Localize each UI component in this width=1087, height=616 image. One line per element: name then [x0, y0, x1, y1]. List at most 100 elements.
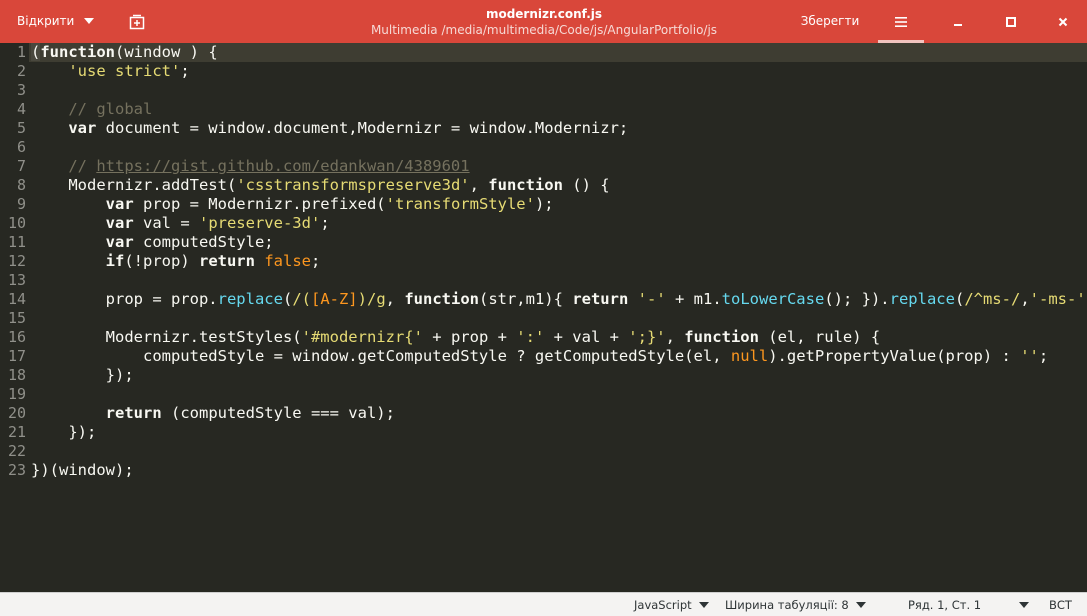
chevron-down-icon — [855, 601, 866, 608]
chevron-down-icon — [1019, 601, 1030, 608]
code-token: prop = Modernizr.prefixed( — [133, 195, 386, 213]
code-token: ';}' — [628, 328, 666, 346]
tab-width-label: Ширина табуляції: 8 — [725, 597, 849, 612]
code-line[interactable]: }); — [31, 366, 134, 385]
tab-width-selector[interactable]: Ширина табуляції: 8 — [725, 593, 866, 616]
document-path: Multimedia /media/multimedia/Code/js/Ang… — [370, 23, 718, 37]
menu-button[interactable] — [878, 0, 924, 43]
line-number: 11 — [7, 233, 26, 251]
code-line[interactable]: return (computedStyle === val); — [31, 404, 395, 423]
code-line[interactable]: Modernizr.addTest('csstransformspreserve… — [31, 176, 609, 195]
maximize-button[interactable] — [997, 8, 1025, 36]
line-number: 4 — [16, 100, 26, 118]
line-number: 20 — [7, 404, 26, 422]
code-token: return — [105, 404, 162, 422]
line-number: 7 — [16, 157, 26, 175]
code-token: computedStyle; — [133, 233, 274, 251]
code-token: ( — [282, 290, 293, 308]
code-editor[interactable]: 1 2 3 4 5 6 7 8 9 10 11 12 13 14 15 16 17 18 19 20 21 22 23 (f… — [0, 43, 1087, 592]
code-line[interactable]: var document = window.document,Modernizr… — [31, 119, 628, 138]
code-line[interactable]: // global — [31, 100, 152, 119]
chevron-down-icon — [84, 18, 95, 24]
code-token: ; — [1038, 347, 1049, 365]
code-line[interactable]: 'use strict'; — [31, 62, 190, 81]
line-number: 17 — [7, 347, 26, 365]
code-token: toLowerCase — [721, 290, 825, 308]
code-line[interactable]: computedStyle = window.getComputedStyle … — [31, 347, 1048, 366]
code-token: 'transformStyle' — [385, 195, 535, 213]
code-line[interactable]: Modernizr.testStyles('#modernizr{' + pro… — [31, 328, 881, 347]
code-token: (computedStyle === val); — [161, 404, 395, 422]
open-button[interactable]: Відкрити — [9, 8, 102, 34]
code-token: })(window); — [31, 461, 134, 479]
code-line[interactable]: (function(window ) { — [31, 43, 218, 62]
code-token: function — [40, 43, 115, 61]
code-line[interactable]: })(window); — [31, 461, 134, 480]
code-token: // — [68, 157, 97, 175]
code-token: replace — [217, 290, 283, 308]
code-token: ).getPropertyValue(prop) : — [768, 347, 1021, 365]
code-token: (el, rule) { — [758, 328, 881, 346]
save-button[interactable]: Зберегти — [790, 8, 870, 34]
code-token: + prop + — [422, 328, 517, 346]
line-number: 3 — [16, 81, 26, 99]
line-number: 6 — [16, 138, 26, 156]
code-token: false — [264, 252, 311, 270]
code-line[interactable]: var computedStyle; — [31, 233, 274, 252]
code-token: 'use strict' — [68, 62, 181, 80]
code-token: , — [469, 176, 489, 194]
minimize-button[interactable] — [944, 8, 972, 36]
close-button[interactable] — [1049, 8, 1077, 36]
code-token: /( — [292, 290, 311, 308]
code-token: var — [105, 195, 134, 213]
title-area: modernizr.conf.js Multimedia /media/mult… — [330, 6, 758, 38]
cursor-position-selector[interactable]: Ряд. 1, Ст. 1 — [908, 593, 1030, 616]
code-line[interactable]: }); — [31, 423, 96, 442]
code-token: 'preserve-3d' — [198, 214, 321, 232]
code-token: 'csstransformspreserve3d' — [236, 176, 470, 194]
language-selector[interactable]: JavaScript — [634, 593, 709, 616]
code-token: replace — [889, 290, 955, 308]
language-label: JavaScript — [634, 597, 692, 612]
code-token: function — [684, 328, 759, 346]
code-line[interactable]: prop = prop.replace(/([A-Z])/g, function… — [31, 290, 1087, 309]
code-token: [A-Z] — [310, 290, 358, 308]
hamburger-menu-icon — [895, 16, 907, 27]
code-token: ; — [180, 62, 190, 80]
open-button-label: Відкрити — [17, 14, 75, 28]
line-number: 21 — [7, 423, 26, 441]
line-number: 10 — [7, 214, 26, 232]
line-number: 22 — [7, 442, 26, 460]
new-tab-icon — [129, 14, 145, 30]
code-token: function — [404, 290, 479, 308]
line-number: 5 — [16, 119, 26, 137]
code-token: function — [488, 176, 563, 194]
code-token: , — [665, 328, 685, 346]
cursor-position-label: Ряд. 1, Ст. 1 — [908, 597, 982, 612]
line-number: 1 — [16, 43, 26, 61]
code-token: (!prop) — [124, 252, 199, 270]
code-token: ( — [954, 290, 965, 308]
code-token: , — [1020, 290, 1030, 308]
code-line[interactable]: var prop = Modernizr.prefixed('transform… — [31, 195, 554, 214]
line-number: 8 — [16, 176, 26, 194]
code-token: val = — [133, 214, 199, 232]
code-token: '#modernizr{' — [301, 328, 423, 346]
header-bar: Відкрити modernizr.conf.js Multimedia /m… — [0, 0, 1087, 43]
code-line[interactable]: var val = 'preserve-3d'; — [31, 214, 330, 233]
new-document-button[interactable] — [124, 9, 150, 35]
line-number: 18 — [7, 366, 26, 384]
code-line[interactable]: if(!prop) return false; — [31, 252, 321, 271]
code-line[interactable]: // https://gist.github.com/edankwan/4389… — [31, 157, 469, 176]
code-token: ); — [534, 195, 554, 213]
code-token: (); }). — [824, 290, 890, 308]
insert-mode-indicator[interactable]: ВСТ — [1049, 593, 1072, 616]
